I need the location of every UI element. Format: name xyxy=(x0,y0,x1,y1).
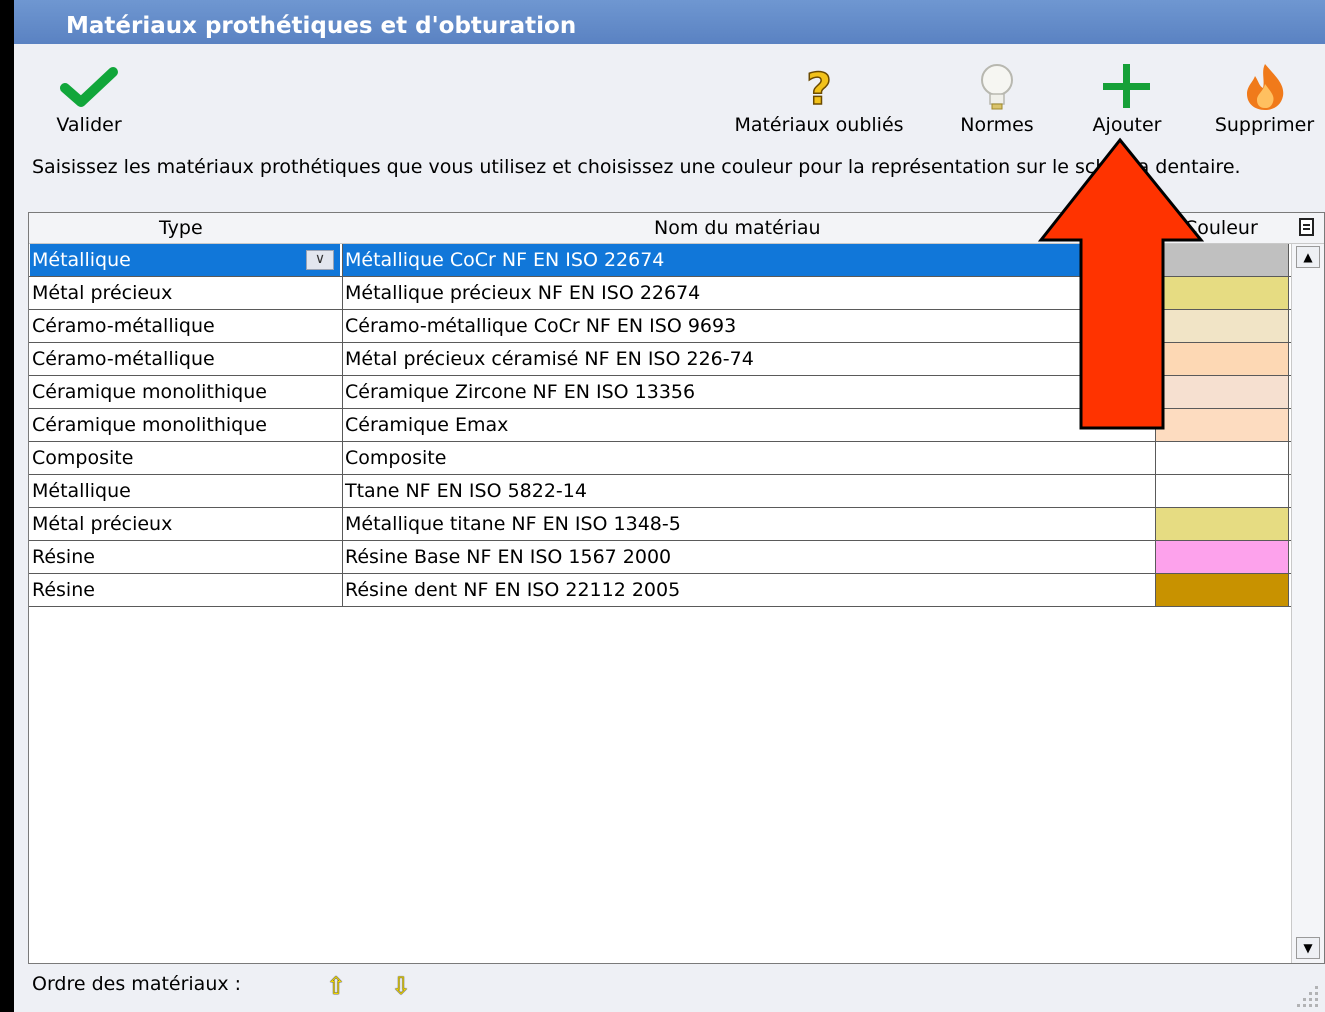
nom-cell[interactable]: Ttane NF EN ISO 5822-14 xyxy=(342,475,1155,507)
type-dropdown-chevron-icon[interactable]: ∨ xyxy=(306,250,334,270)
nom-cell[interactable]: Métal précieux céramisé NF EN ISO 226-74 xyxy=(342,343,1155,375)
header-nom[interactable]: Nom du matériau xyxy=(654,217,821,239)
nom-cell[interactable]: Résine dent NF EN ISO 22112 2005 xyxy=(342,574,1155,606)
type-cell[interactable]: Résine xyxy=(30,541,340,573)
table-row[interactable]: Résine Résine Base NF EN ISO 1567 2000 xyxy=(29,541,1291,574)
nom-cell[interactable]: Métallique CoCr NF EN ISO 22674 xyxy=(342,244,1155,276)
scroll-down-arrow-icon[interactable]: ▼ xyxy=(1296,937,1320,959)
type-cell-text: Composite xyxy=(32,447,134,469)
checkmark-icon xyxy=(60,67,118,107)
table-row[interactable]: Métallique Ttane NF EN ISO 5822-14 xyxy=(29,475,1291,508)
ajouter-label: Ajouter xyxy=(1092,114,1162,136)
table-row[interactable]: Composite Composite xyxy=(29,442,1291,475)
nom-cell[interactable]: Métallique précieux NF EN ISO 22674 xyxy=(342,277,1155,309)
type-cell[interactable]: Métal précieux xyxy=(30,508,340,540)
order-label: Ordre des matériaux : xyxy=(32,973,242,995)
type-cell-text: Résine xyxy=(32,546,95,568)
color-swatch[interactable] xyxy=(1155,541,1289,573)
lightbulb-icon xyxy=(981,64,1013,110)
type-cell-text: Céramo-métallique xyxy=(32,348,215,370)
color-swatch[interactable] xyxy=(1155,574,1289,606)
color-swatch[interactable] xyxy=(1155,442,1289,474)
annotation-arrow xyxy=(1037,137,1205,430)
materiaux-oublies-button[interactable]: ? Matériaux oubliés xyxy=(714,44,924,144)
column-chooser-icon[interactable] xyxy=(1298,217,1316,237)
type-cell[interactable]: Céramo-métallique xyxy=(30,343,340,375)
supprimer-button[interactable]: Supprimer xyxy=(1204,44,1325,144)
flame-icon xyxy=(1246,64,1283,110)
resize-grip-icon[interactable] xyxy=(1291,980,1321,1010)
question-icon: ? xyxy=(805,63,832,112)
type-cell-text: Métallique xyxy=(32,480,131,502)
scroll-up-arrow-icon[interactable]: ▲ xyxy=(1296,246,1320,268)
type-cell[interactable]: Céramique monolithique xyxy=(30,409,340,441)
color-swatch[interactable] xyxy=(1155,508,1289,540)
nom-cell[interactable]: Résine Base NF EN ISO 1567 2000 xyxy=(342,541,1155,573)
type-cell[interactable]: Céramo-métallique xyxy=(30,310,340,342)
toolbar: Valider ? Matériaux oubliés Normes Ajout… xyxy=(14,44,1325,144)
type-cell-text: Métal précieux xyxy=(32,282,173,304)
window-title: Matériaux prothétiques et d'obturation xyxy=(14,0,1325,44)
move-up-arrow-icon[interactable]: ⇧ xyxy=(326,972,346,1000)
type-cell[interactable]: Composite xyxy=(30,442,340,474)
type-cell[interactable]: Métal précieux xyxy=(30,277,340,309)
nom-cell[interactable]: Métallique titane NF EN ISO 1348-5 xyxy=(342,508,1155,540)
nom-cell[interactable]: Composite xyxy=(342,442,1155,474)
nom-cell[interactable]: Céramique Emax xyxy=(342,409,1155,441)
move-down-arrow-icon[interactable]: ⇩ xyxy=(391,972,411,1000)
ajouter-button[interactable]: Ajouter xyxy=(1072,44,1182,144)
materiaux-oublies-label: Matériaux oubliés xyxy=(734,114,904,136)
normes-button[interactable]: Normes xyxy=(944,44,1050,144)
type-cell-text: Résine xyxy=(32,579,95,601)
nom-cell[interactable]: Céramo-métallique CoCr NF EN ISO 9693 xyxy=(342,310,1155,342)
type-cell-text: Céramique monolithique xyxy=(32,414,267,436)
type-cell-text: Métal précieux xyxy=(32,513,173,535)
valider-label: Valider xyxy=(56,114,122,136)
type-cell-text: Céramique monolithique xyxy=(32,381,267,403)
normes-label: Normes xyxy=(960,114,1034,136)
table-row[interactable]: Métal précieux Métallique titane NF EN IS… xyxy=(29,508,1291,541)
type-cell[interactable]: Métallique ∨ xyxy=(30,244,340,276)
table-row[interactable]: Résine Résine dent NF EN ISO 22112 2005 xyxy=(29,574,1291,607)
nom-cell[interactable]: Céramique Zircone NF EN ISO 13356 xyxy=(342,376,1155,408)
plus-icon xyxy=(1103,64,1150,108)
valider-button[interactable]: Valider xyxy=(34,44,144,144)
header-type[interactable]: Type xyxy=(159,217,203,239)
type-cell-text: Métallique xyxy=(32,249,131,271)
svg-text:?: ? xyxy=(806,64,832,112)
type-cell[interactable]: Résine xyxy=(30,574,340,606)
vertical-scrollbar[interactable]: ▲ ▼ xyxy=(1291,244,1324,963)
type-cell[interactable]: Métallique xyxy=(30,475,340,507)
type-cell[interactable]: Céramique monolithique xyxy=(30,376,340,408)
type-cell-text: Céramo-métallique xyxy=(32,315,215,337)
color-swatch[interactable] xyxy=(1155,475,1289,507)
supprimer-label: Supprimer xyxy=(1214,114,1315,136)
